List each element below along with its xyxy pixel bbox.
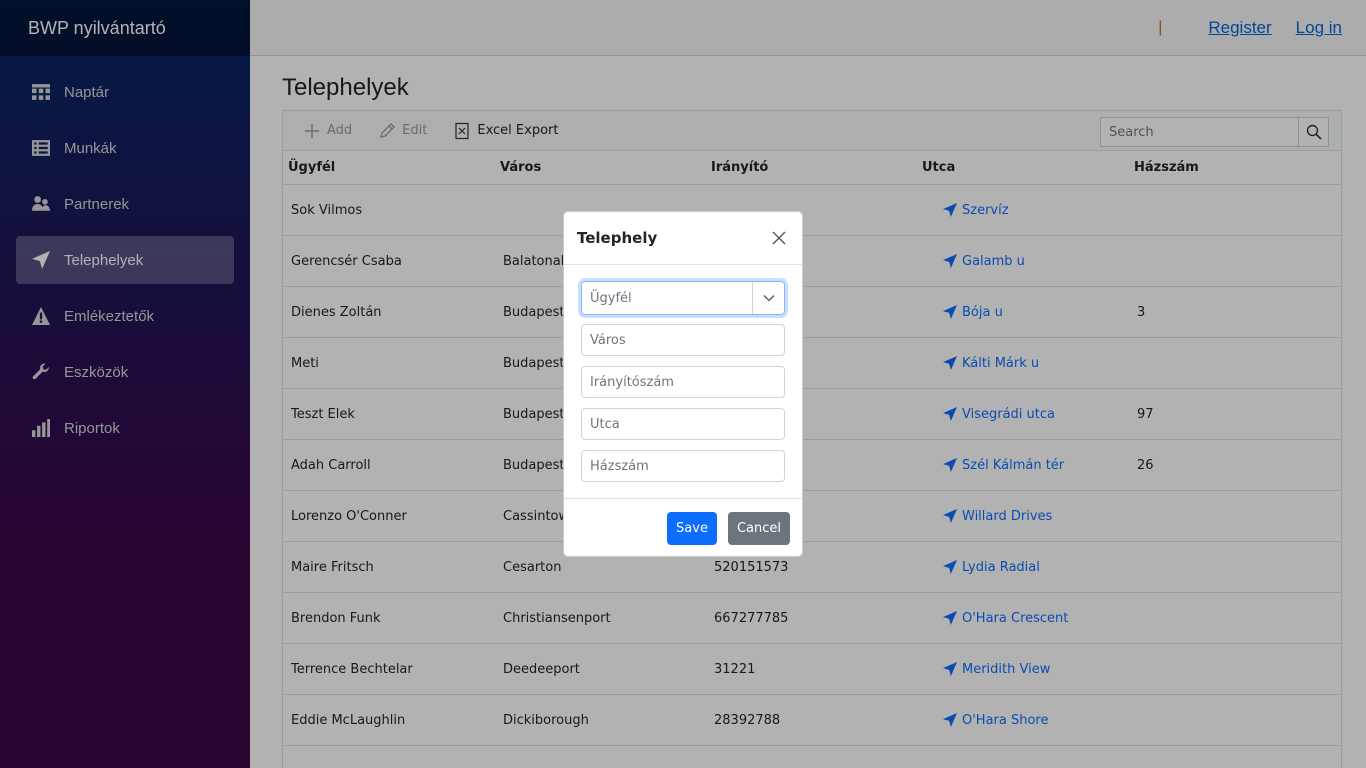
modal-body: Ügyfél xyxy=(564,265,802,499)
varos-field[interactable] xyxy=(582,325,784,355)
modal-header: Telephely xyxy=(564,212,802,265)
utca-field[interactable] xyxy=(582,409,784,439)
varos-field-wrap xyxy=(581,324,785,356)
utca-field-wrap xyxy=(581,408,785,440)
modal-title: Telephely xyxy=(577,229,658,247)
hazszam-field[interactable] xyxy=(582,451,784,481)
close-icon[interactable] xyxy=(770,229,788,247)
hazszam-field-wrap xyxy=(581,450,785,482)
ugyfel-select-value: Ügyfél xyxy=(590,290,632,306)
cancel-button[interactable]: Cancel xyxy=(727,511,790,545)
save-button[interactable]: Save xyxy=(667,511,717,545)
ugyfel-select[interactable]: Ügyfél xyxy=(581,281,785,315)
telephely-dialog: Telephely Ügyfél Save Cancel xyxy=(563,211,803,557)
iranyitoszam-field[interactable] xyxy=(582,367,784,397)
iranyitoszam-field-wrap xyxy=(581,366,785,398)
modal-footer: Save Cancel xyxy=(564,499,802,557)
chevron-down-icon[interactable] xyxy=(752,282,784,314)
